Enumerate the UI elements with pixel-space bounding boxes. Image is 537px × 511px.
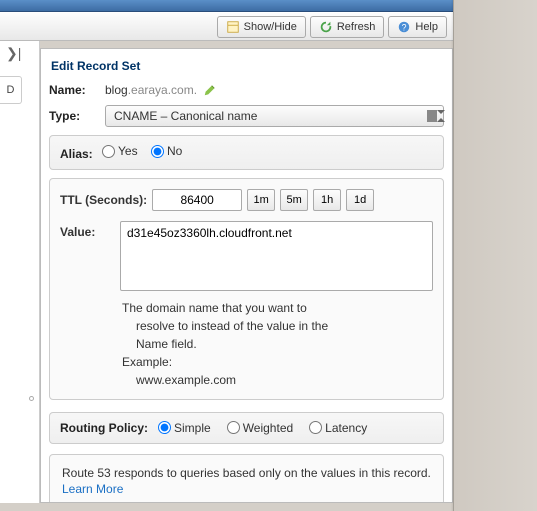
- screenshot-root: Show/Hide Refresh ? Help ❯| D Edit Recor…: [0, 0, 537, 511]
- help-line-4: Example:: [122, 353, 433, 371]
- toolbar: Show/Hide Refresh ? Help: [0, 12, 453, 41]
- help-line-1: The domain name that you want to: [122, 299, 433, 317]
- ttl-preset-5m[interactable]: 5m: [280, 189, 308, 211]
- ttl-preset-1d[interactable]: 1d: [346, 189, 374, 211]
- ttl-row: TTL (Seconds): 1m 5m 1h 1d: [60, 189, 433, 211]
- value-label: Value:: [60, 221, 110, 291]
- routing-weighted-label: Weighted: [243, 421, 293, 435]
- learn-more-link[interactable]: Learn More: [62, 482, 123, 496]
- edit-name-icon[interactable]: [203, 83, 217, 97]
- type-selected: CNAME – Canonical name: [114, 109, 257, 123]
- name-row: Name: blog.earaya.com.: [49, 83, 444, 97]
- type-row: Type: CNAME – Canonical name: [49, 105, 444, 127]
- routing-latency-input[interactable]: [309, 421, 322, 434]
- routing-block: Routing Policy: Simple Weighted Latency: [49, 412, 444, 444]
- routing-weighted-input[interactable]: [227, 421, 240, 434]
- routing-info-text: Route 53 responds to queries based only …: [62, 466, 431, 480]
- help-line-2: resolve to instead of the value in the: [136, 317, 433, 335]
- routing-weighted-radio[interactable]: Weighted: [227, 421, 293, 435]
- panel-title: Edit Record Set: [51, 59, 444, 73]
- side-dot: [29, 396, 34, 401]
- refresh-button[interactable]: Refresh: [310, 16, 385, 38]
- name-sub: blog: [105, 83, 128, 97]
- ttl-input[interactable]: [152, 189, 242, 211]
- help-icon: ?: [397, 20, 411, 34]
- alias-block: Alias: Yes No: [49, 135, 444, 170]
- left-gutter: ❯| D: [0, 41, 40, 503]
- right-shadow: [451, 0, 454, 511]
- alias-yes-radio[interactable]: Yes: [102, 144, 138, 158]
- name-label: Name:: [49, 83, 99, 97]
- showhide-label: Show/Hide: [244, 21, 297, 33]
- help-button[interactable]: ? Help: [388, 16, 447, 38]
- routing-label: Routing Policy:: [60, 421, 148, 435]
- header-strip: [0, 0, 453, 12]
- side-tab-letter: D: [7, 84, 15, 96]
- routing-simple-label: Simple: [174, 421, 211, 435]
- value-row: Value:: [60, 221, 433, 291]
- edit-record-panel: Edit Record Set Name: blog.earaya.com. T…: [40, 48, 453, 503]
- ttl-preset-1h[interactable]: 1h: [313, 189, 341, 211]
- showhide-button[interactable]: Show/Hide: [217, 16, 306, 38]
- routing-row: Routing Policy: Simple Weighted Latency: [60, 421, 433, 435]
- ttl-label: TTL (Seconds):: [60, 193, 147, 207]
- right-chrome: [453, 0, 537, 511]
- collapse-panel-icon[interactable]: ❯|: [6, 45, 21, 62]
- type-select[interactable]: CNAME – Canonical name: [105, 105, 444, 127]
- alias-label: Alias:: [60, 147, 93, 161]
- help-label: Help: [415, 21, 438, 33]
- alias-yes-label: Yes: [118, 144, 138, 158]
- alias-yes-input[interactable]: [102, 145, 115, 158]
- help-line-5: www.example.com: [136, 371, 433, 389]
- refresh-label: Refresh: [337, 21, 376, 33]
- name-value: blog.earaya.com.: [105, 83, 197, 97]
- showhide-icon: [226, 20, 240, 34]
- value-textarea[interactable]: [120, 221, 433, 291]
- type-label: Type:: [49, 109, 99, 123]
- routing-info: Route 53 responds to queries based only …: [49, 454, 444, 504]
- ttl-preset-1m[interactable]: 1m: [247, 189, 275, 211]
- routing-latency-radio[interactable]: Latency: [309, 421, 367, 435]
- svg-text:?: ?: [402, 22, 407, 32]
- routing-simple-radio[interactable]: Simple: [158, 421, 211, 435]
- alias-no-radio[interactable]: No: [151, 144, 182, 158]
- refresh-icon: [319, 20, 333, 34]
- alias-no-label: No: [167, 144, 182, 158]
- routing-latency-label: Latency: [325, 421, 367, 435]
- side-tab[interactable]: D: [0, 76, 22, 104]
- routing-simple-input[interactable]: [158, 421, 171, 434]
- name-domain: .earaya.com.: [128, 83, 197, 97]
- alias-no-input[interactable]: [151, 145, 164, 158]
- help-line-3: Name field.: [136, 335, 433, 353]
- value-help: The domain name that you want to resolve…: [122, 299, 433, 389]
- ttl-value-block: TTL (Seconds): 1m 5m 1h 1d Value: The do…: [49, 178, 444, 400]
